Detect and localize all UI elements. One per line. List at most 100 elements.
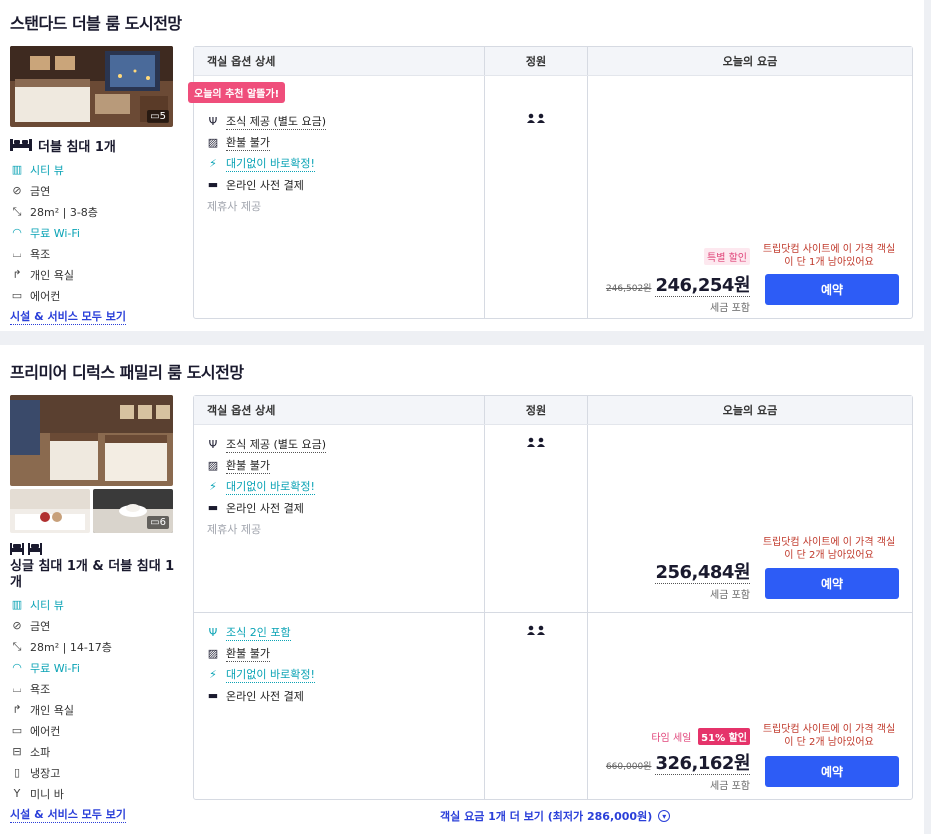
see-all-amenities-link[interactable]: 시설 & 서비스 모두 보기 xyxy=(10,308,126,325)
price[interactable]: 246,254원 xyxy=(655,275,750,297)
room-photo[interactable]: ▭5 xyxy=(10,46,173,127)
room-card: 스탠다드 더블 룸 도시전망 ▭5 더블 침대 1개 ▥ 시티 뷰 ⊘ 금연 ⤡… xyxy=(0,0,924,331)
more-rates-link[interactable]: 객실 요금 1개 더 보기 (최저가 286,000원) ▾ xyxy=(440,808,671,824)
shower-icon: ↱ xyxy=(12,703,22,716)
guests-icon xyxy=(485,113,587,126)
shower-icon: ↱ xyxy=(12,268,22,281)
utensils-icon: Ψ xyxy=(208,626,218,639)
rate-row: 오늘의 추천 알뜰가! Ψ 조식 제공 (별도 요금) ▨ 환불 불가 ⚡ 대기없이 … xyxy=(188,76,912,318)
book-button[interactable]: 예약 xyxy=(765,568,899,599)
utensils-icon: Ψ xyxy=(208,438,218,451)
availability-warning: 트립닷컴 사이트에 이 가격 객실이 단 2개 남아있어요 xyxy=(762,537,896,561)
rate-options: 오늘의 추천 알뜰가! Ψ 조식 제공 (별도 요금) ▨ 환불 불가 ⚡ 대기없이 … xyxy=(188,76,485,318)
option-instant-confirm[interactable]: ⚡ 대기없이 바로확정! xyxy=(207,153,471,174)
special-discount-badge: 특별 할인 xyxy=(704,248,750,265)
price[interactable]: 326,162원 xyxy=(655,753,750,775)
bed-label: 더블 침대 1개 xyxy=(38,140,116,155)
header-price: 오늘의 요금 xyxy=(722,55,778,68)
no-smoking-icon: ⊘ xyxy=(12,184,22,197)
rate-row: Ψ 조식 2인 포함 ▨ 환불 불가 ⚡ 대기없이 바로확정! ▬ 온라인 사전 결제 … xyxy=(194,612,912,799)
option-refund[interactable]: ▨ 환불 불가 xyxy=(207,643,471,664)
option-payment: ▬ 온라인 사전 결제 xyxy=(207,178,304,192)
rate-table: 객실 옵션 상세 정원 오늘의 요금 Ψ 조식 제공 (별도 요금) ▨ 환불 불가… xyxy=(193,395,913,800)
guests-icon xyxy=(485,625,587,638)
rate-options: Ψ 조식 2인 포함 ▨ 환불 불가 ⚡ 대기없이 바로확정! ▬ 온라인 사전 결제 xyxy=(194,613,485,799)
rate-row: Ψ 조식 제공 (별도 요금) ▨ 환불 불가 ⚡ 대기없이 바로확정! ▬ 온라인 사… xyxy=(194,425,912,612)
bolt-icon: ⚡ xyxy=(209,480,217,493)
photo-count: ▭6 xyxy=(147,516,169,529)
more-rates-label: 객실 요금 1개 더 보기 (최저가 286,000원) xyxy=(440,810,653,823)
recommend-badge: 오늘의 추천 알뜰가! xyxy=(188,82,286,103)
amenity-item: ↱ 개인 욕실 xyxy=(10,264,175,285)
rate-price: 타임 세일 51% 할인 660,000원 326,162원 세금 포함 트립닷컴… xyxy=(588,613,912,799)
fridge-icon: ▯ xyxy=(13,766,21,779)
room-photo[interactable] xyxy=(10,395,173,486)
amenity-item: ⌴ 욕조 xyxy=(10,243,175,264)
room-photo-thumb[interactable] xyxy=(10,489,90,533)
aircon-icon: ▭ xyxy=(11,289,23,302)
option-instant-confirm[interactable]: ⚡ 대기없이 바로확정! xyxy=(207,664,471,685)
option-breakfast[interactable]: Ψ 조식 제공 (별도 요금) xyxy=(207,111,471,132)
price-block: 특별 할인 246,502원 246,254원 세금 포함 xyxy=(606,248,750,314)
no-refund-icon: ▨ xyxy=(207,459,219,472)
amenity-item: ▭ 에어컨 xyxy=(11,724,61,738)
original-price: 246,502원 xyxy=(605,284,652,294)
amenity-item: ▯ 냉장고 xyxy=(10,762,175,783)
header-price: 오늘의 요금 xyxy=(722,404,778,417)
bed-label: 싱글 침대 1개 & 더블 침대 1개 xyxy=(10,559,175,590)
double-bed-icon xyxy=(10,137,32,155)
rate-options: Ψ 조식 제공 (별도 요금) ▨ 환불 불가 ⚡ 대기없이 바로확정! ▬ 온라인 사… xyxy=(194,425,485,612)
window-icon: ▥ xyxy=(11,163,23,176)
amenity-item: ⊟ 소파 xyxy=(10,741,175,762)
header-options: 객실 옵션 상세 xyxy=(194,47,485,75)
option-breakfast[interactable]: Ψ 조식 2인 포함 xyxy=(207,622,471,643)
amenity-list: ▥ 시티 뷰 ⊘ 금연 ⤡ 28m² | 3-8층 ◠ 무료 Wi-Fi ⌴ 욕조 ↱ 개인… xyxy=(10,159,175,306)
see-all-amenities-link[interactable]: 시설 & 서비스 모두 보기 xyxy=(10,806,126,823)
option-payment: ▬ 온라인 사전 결제 xyxy=(207,501,304,515)
rate-capacity xyxy=(485,425,588,612)
bed-info: 더블 침대 1개 xyxy=(10,136,175,155)
photo-count: ▭5 xyxy=(147,110,169,123)
window-icon: ▥ xyxy=(11,598,23,611)
bathtub-icon: ⌴ xyxy=(12,681,22,695)
no-refund-icon: ▨ xyxy=(207,136,219,149)
original-price: 660,000원 xyxy=(605,762,652,772)
availability-warning: 트립닷컴 사이트에 이 가격 객실이 단 2개 남아있어요 xyxy=(762,724,896,748)
option-refund[interactable]: ▨ 환불 불가 xyxy=(207,132,471,153)
book-button[interactable]: 예약 xyxy=(765,756,899,787)
utensils-icon: Ψ xyxy=(208,115,218,128)
table-header: 객실 옵션 상세 정원 오늘의 요금 xyxy=(194,47,912,76)
size-icon: ⤡ xyxy=(12,639,22,653)
book-button[interactable]: 예약 xyxy=(765,274,899,305)
rate-capacity xyxy=(485,76,588,318)
no-refund-icon: ▨ xyxy=(207,647,219,660)
amenity-item: ◠ 무료 Wi-Fi xyxy=(10,222,175,243)
option-refund[interactable]: ▨ 환불 불가 xyxy=(207,455,471,476)
price[interactable]: 256,484원 xyxy=(655,562,750,584)
amenity-item: ↱ 개인 욕실 xyxy=(10,699,175,720)
time-sale-badge: 타임 세일 xyxy=(651,733,692,744)
room-details: 더블 침대 1개 ▥ 시티 뷰 ⊘ 금연 ⤡ 28m² | 3-8층 ◠ 무료 Wi-F… xyxy=(10,136,175,325)
amenity-item: ⌴ 욕조 xyxy=(10,678,175,699)
amenity-item: ⤡ 28m² | 3-8층 xyxy=(10,201,175,222)
wifi-icon: ◠ xyxy=(12,661,22,674)
no-smoking-icon: ⊘ xyxy=(12,619,22,632)
card-icon: ▬ xyxy=(207,178,219,191)
bathtub-icon: ⌴ xyxy=(12,246,22,260)
room-card: 프리미어 디럭스 패밀리 룸 도시전망 ▭6 싱글 침대 1개 & 더블 침대 … xyxy=(0,345,924,834)
option-instant-confirm[interactable]: ⚡ 대기없이 바로확정! xyxy=(207,476,471,497)
option-payment: ▬ 온라인 사전 결제 xyxy=(207,689,304,703)
sofa-icon: ⊟ xyxy=(12,745,22,758)
option-breakfast[interactable]: Ψ 조식 제공 (별도 요금) xyxy=(207,434,471,455)
room-photo-thumb[interactable]: ▭6 xyxy=(93,489,173,533)
table-header: 객실 옵션 상세 정원 오늘의 요금 xyxy=(194,396,912,425)
size-icon: ⤡ xyxy=(12,204,22,218)
room-title: 스탠다드 더블 룸 도시전망 xyxy=(10,14,182,33)
bed-info: 싱글 침대 1개 & 더블 침대 1개 xyxy=(10,559,175,591)
amenity-item: ⊘ 금연 xyxy=(10,180,175,201)
rate-capacity xyxy=(485,613,588,799)
amenity-item: ▥ 시티 뷰 xyxy=(11,598,64,612)
rate-price: 특별 할인 246,502원 246,254원 세금 포함 트립닷컴 사이트에 이… xyxy=(588,76,912,318)
amenity-item: ▥ 시티 뷰 xyxy=(11,163,64,177)
bolt-icon: ⚡ xyxy=(209,157,217,170)
